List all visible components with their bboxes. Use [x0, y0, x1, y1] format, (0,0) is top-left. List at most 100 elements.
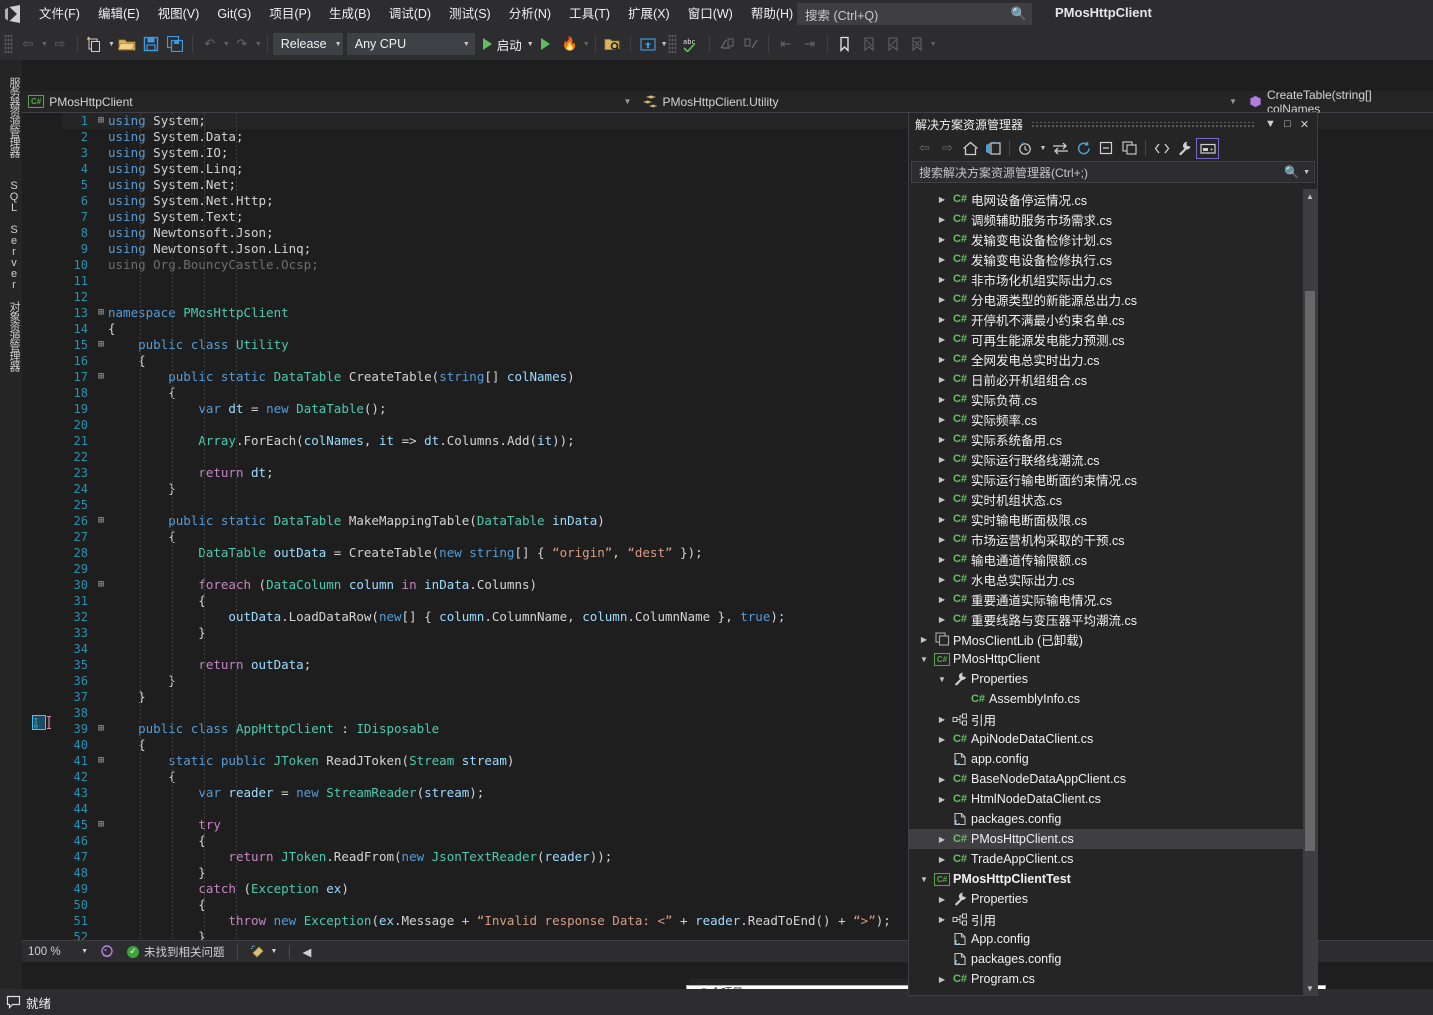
chevron-right-icon[interactable]: ▶ — [935, 795, 949, 804]
tree-node[interactable]: ▶ C# 分电源类型的新能源总出力.cs — [909, 289, 1317, 309]
chevron-right-icon[interactable]: ▶ — [935, 575, 949, 584]
hot-reload-icon[interactable]: 🔥 — [558, 32, 582, 56]
fold-toggle-icon[interactable] — [94, 593, 108, 609]
select-start-item-icon[interactable] — [601, 32, 625, 56]
tree-node[interactable]: ▶ C# 实时机组状态.cs — [909, 489, 1317, 509]
fold-toggle-icon[interactable] — [94, 129, 108, 145]
tree-node[interactable]: C# AssemblyInfo.cs — [909, 689, 1317, 709]
fold-toggle-icon[interactable] — [94, 673, 108, 689]
home-icon[interactable] — [959, 138, 982, 159]
tree-node[interactable]: ▶ C# 调频辅助服务市场需求.cs — [909, 209, 1317, 229]
fold-toggle-icon[interactable] — [94, 529, 108, 545]
tree-node[interactable]: ▶ C# 可再生能源发电能力预测.cs — [909, 329, 1317, 349]
fold-toggle-icon[interactable] — [94, 625, 108, 641]
chevron-right-icon[interactable]: ▶ — [935, 915, 949, 924]
tree-node[interactable]: ▶ C# 实际运行输电断面约束情况.cs — [909, 469, 1317, 489]
fold-toggle-icon[interactable]: ⊞ — [94, 721, 108, 737]
chevron-right-icon[interactable]: ▶ — [935, 975, 949, 984]
solution-explorer-tree[interactable]: ▶ C# 电网设备停运情况.cs ▶ C# 调频辅助服务市场需求.cs ▶ C# 发输变电设备检… — [909, 189, 1317, 995]
fold-toggle-icon[interactable] — [94, 401, 108, 417]
fold-toggle-icon[interactable]: ⊞ — [94, 577, 108, 593]
fold-toggle-icon[interactable] — [94, 225, 108, 241]
fold-toggle-icon[interactable] — [94, 289, 108, 305]
chevron-right-icon[interactable]: ▶ — [935, 395, 949, 404]
chevron-right-icon[interactable]: ▶ — [935, 535, 949, 544]
menu-build[interactable]: 生成(B) — [320, 1, 380, 27]
maximize-icon[interactable]: □ — [1279, 116, 1296, 133]
fold-toggle-icon[interactable] — [94, 785, 108, 801]
tree-node[interactable]: ▶ C# 市场运营机构采取的干预.cs — [909, 529, 1317, 549]
fold-toggle-icon[interactable] — [94, 865, 108, 881]
menu-extensions[interactable]: 扩展(X) — [619, 1, 679, 27]
tree-node[interactable]: ▶ C# HtmlNodeDataClient.cs — [909, 789, 1317, 809]
toolbar-grip-2[interactable] — [667, 34, 677, 54]
fold-toggle-icon[interactable] — [94, 689, 108, 705]
toggle-bookmark-icon[interactable] — [833, 32, 857, 56]
fold-toggle-icon[interactable] — [94, 353, 108, 369]
previous-bookmark-icon[interactable] — [857, 32, 881, 56]
show-all-files-icon[interactable] — [1118, 138, 1141, 159]
fold-toggle-icon[interactable] — [94, 641, 108, 657]
code-cleanup-button[interactable]: ▼ — [244, 945, 284, 959]
tree-node[interactable]: packages.config — [909, 949, 1317, 969]
breadcrumb-project[interactable]: C# PMosHttpClient — [22, 95, 618, 109]
spell-check-icon[interactable]: abc — [680, 32, 704, 56]
comment-icon[interactable] — [715, 32, 739, 56]
scroll-down-icon[interactable]: ▼ — [1303, 981, 1317, 995]
chevron-right-icon[interactable]: ▶ — [935, 375, 949, 384]
tree-node[interactable]: ▶ C# 电网设备停运情况.cs — [909, 189, 1317, 209]
fold-toggle-icon[interactable] — [94, 433, 108, 449]
fold-toggle-icon[interactable] — [94, 929, 108, 940]
tree-node[interactable]: ▶ C# 水电总实际出力.cs — [909, 569, 1317, 589]
fold-toggle-icon[interactable] — [94, 321, 108, 337]
fold-toggle-icon[interactable] — [94, 481, 108, 497]
quick-search-box[interactable]: 搜索 (Ctrl+Q) 🔍 — [797, 3, 1032, 25]
menu-view[interactable]: 视图(V) — [149, 1, 209, 27]
fold-toggle-icon[interactable] — [94, 257, 108, 273]
live-share-icon[interactable] — [636, 32, 660, 56]
pending-changes-filter-icon[interactable] — [1014, 138, 1037, 159]
fold-toggle-icon[interactable] — [94, 449, 108, 465]
chevron-right-icon[interactable]: ▶ — [935, 335, 949, 344]
open-folder-icon[interactable] — [115, 32, 139, 56]
uncomment-icon[interactable] — [739, 32, 763, 56]
undo-chevron-icon[interactable]: ▼ — [223, 41, 230, 48]
tree-node[interactable]: ▶ C# 发输变电设备检修执行.cs — [909, 249, 1317, 269]
chevron-right-icon[interactable]: ▶ — [935, 415, 949, 424]
fold-toggle-icon[interactable]: ⊞ — [94, 305, 108, 321]
start-debug-button[interactable]: 启动 — [479, 35, 526, 54]
menu-help[interactable]: 帮助(H) — [742, 1, 802, 27]
chevron-right-icon[interactable]: ▶ — [935, 615, 949, 624]
fold-toggle-icon[interactable]: ⊞ — [94, 337, 108, 353]
tree-node[interactable]: ▶ C# TradeAppClient.cs — [909, 849, 1317, 869]
breadcrumb-project-chevron-icon[interactable]: ▼ — [618, 97, 638, 106]
hot-reload-chevron-icon[interactable]: ▼ — [583, 41, 590, 48]
fold-toggle-icon[interactable] — [94, 241, 108, 257]
chevron-right-icon[interactable]: ▶ — [935, 355, 949, 364]
fold-toggle-icon[interactable] — [94, 385, 108, 401]
chevron-right-icon[interactable]: ▶ — [935, 775, 949, 784]
navigate-forward-icon[interactable]: ⇨ — [48, 32, 72, 56]
chevron-right-icon[interactable]: ▶ — [935, 895, 949, 904]
fold-toggle-icon[interactable] — [94, 273, 108, 289]
forward-icon[interactable]: ⇨ — [936, 138, 959, 159]
chevron-right-icon[interactable]: ▶ — [935, 215, 949, 224]
tree-node[interactable]: ▶ C# ApiNodeDataClient.cs — [909, 729, 1317, 749]
redo-icon[interactable]: ↷ — [230, 32, 254, 56]
solution-platform-dropdown[interactable]: Any CPU ▼ — [346, 33, 475, 55]
chevron-right-icon[interactable]: ▶ — [935, 295, 949, 304]
tree-node[interactable]: ▶ C# BaseNodeDataAppClient.cs — [909, 769, 1317, 789]
back-icon[interactable]: ⇦ — [913, 138, 936, 159]
tree-node[interactable]: ▶ C# 全网发电总实时出力.cs — [909, 349, 1317, 369]
chevron-right-icon[interactable]: ▶ — [935, 455, 949, 464]
tree-node[interactable]: ▶ C# 输电通道传输限额.cs — [909, 549, 1317, 569]
solution-configuration-dropdown[interactable]: Release ▼ — [272, 33, 343, 55]
increase-indent-icon[interactable]: ⇥ — [798, 32, 822, 56]
decrease-indent-icon[interactable]: ⇤ — [774, 32, 798, 56]
tree-node[interactable]: ▶ C# 日前必开机组组合.cs — [909, 369, 1317, 389]
chevron-right-icon[interactable]: ▶ — [935, 435, 949, 444]
io-breakpoint-glyph-icon[interactable]: I 0 — [32, 715, 54, 731]
fold-toggle-icon[interactable] — [94, 769, 108, 785]
clear-bookmarks-icon[interactable] — [905, 32, 929, 56]
scroll-up-icon[interactable]: ▲ — [1303, 189, 1317, 203]
